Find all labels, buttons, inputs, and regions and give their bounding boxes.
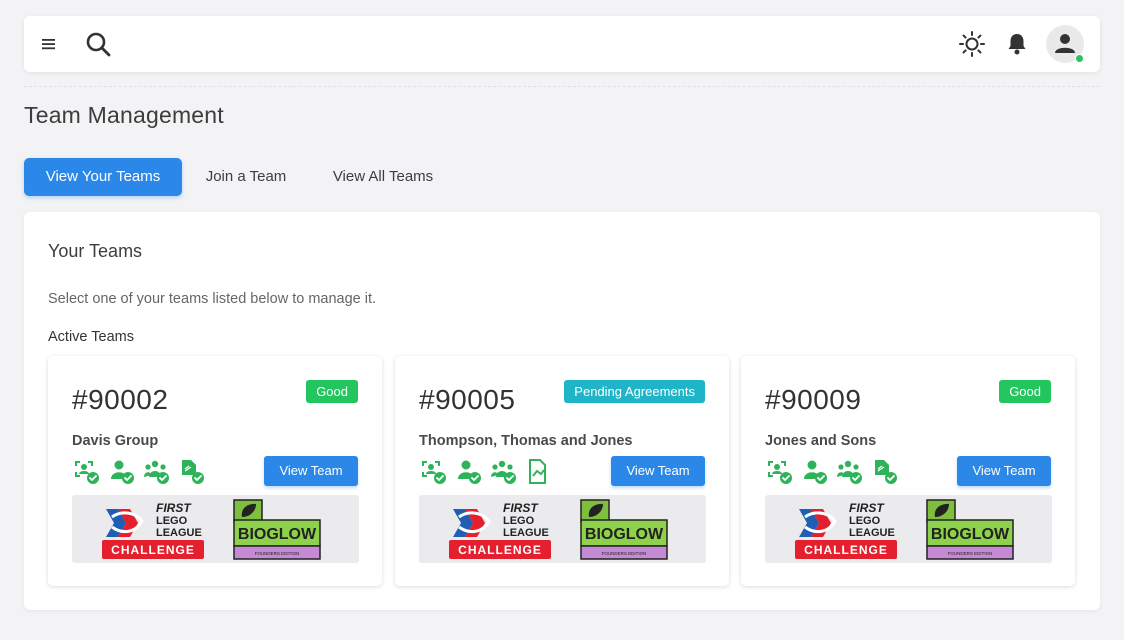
user-check-icon: [804, 460, 827, 484]
group-check-icon: [144, 460, 169, 484]
tab-view-your-teams[interactable]: View Your Teams: [24, 158, 182, 196]
status-badge: Pending Agreements: [564, 380, 705, 403]
first-lego-league-logo: FIRST LEGO LEAGUE CHALLENGE: [102, 501, 204, 559]
team-number: #90009: [765, 384, 862, 415]
online-status-indicator: [1075, 54, 1084, 63]
user-check-icon: [458, 460, 481, 484]
svg-text:CHALLENGE: CHALLENGE: [804, 543, 888, 557]
svg-text:FOUNDERS EDITION: FOUNDERS EDITION: [255, 551, 300, 556]
status-badge: Good: [999, 380, 1051, 403]
sun-icon[interactable]: [958, 30, 986, 58]
svg-text:BIOGLOW: BIOGLOW: [931, 526, 1010, 543]
page-title: Team Management: [24, 102, 224, 128]
bioglow-season-logo: BIOGLOW FOUNDERS EDITION: [580, 499, 668, 560]
group-check-icon: [491, 460, 516, 484]
search-icon[interactable]: [84, 30, 112, 58]
team-number: #90005: [419, 384, 516, 415]
team-number: #90002: [72, 384, 169, 415]
team-card: #90005 Pending Agreements Thompson, Thom…: [395, 356, 729, 586]
panel-description: Select one of your teams listed below to…: [48, 291, 377, 307]
document-check-icon: [875, 460, 897, 484]
first-lego-league-logo: FIRST LEGO LEAGUE CHALLENGE: [449, 501, 551, 559]
status-badge: Good: [306, 380, 358, 403]
svg-text:CHALLENGE: CHALLENGE: [111, 543, 195, 557]
tab-join-a-team[interactable]: Join a Team: [196, 158, 296, 196]
program-logo-text: FIRST: [503, 501, 539, 515]
bioglow-season-logo: BIOGLOW FOUNDERS EDITION: [926, 499, 1014, 560]
team-name: Jones and Sons: [765, 433, 877, 449]
program-banner: FIRST LEGO LEAGUE CHALLENGE BIOGLOW FOUN…: [765, 495, 1052, 563]
header-divider: [24, 86, 1100, 87]
team-card: #90009 Good Jones and Sons View Team FIR…: [741, 356, 1075, 586]
svg-text:FOUNDERS EDITION: FOUNDERS EDITION: [948, 551, 993, 556]
bell-icon[interactable]: [1004, 31, 1030, 57]
program-logo-text: FIRST: [849, 501, 885, 515]
team-name: Thompson, Thomas and Jones: [419, 433, 633, 449]
svg-text:BIOGLOW: BIOGLOW: [585, 526, 664, 543]
team-scan-check-icon: [75, 461, 99, 484]
svg-text:LEAGUE: LEAGUE: [503, 527, 549, 539]
svg-text:FOUNDERS EDITION: FOUNDERS EDITION: [602, 551, 647, 556]
first-lego-league-logo: FIRST LEGO LEAGUE CHALLENGE: [795, 501, 897, 559]
document-check-icon: [182, 460, 204, 484]
svg-text:LEGO: LEGO: [156, 515, 188, 527]
view-team-button[interactable]: View Team: [611, 456, 705, 486]
team-scan-check-icon: [768, 461, 792, 484]
svg-text:CHALLENGE: CHALLENGE: [458, 543, 542, 557]
user-avatar-icon: [1055, 34, 1075, 53]
program-logo-text: FIRST: [156, 501, 192, 515]
user-avatar[interactable]: [1046, 25, 1084, 63]
bioglow-season-logo: BIOGLOW FOUNDERS EDITION: [233, 499, 321, 560]
svg-text:LEAGUE: LEAGUE: [156, 527, 202, 539]
view-team-button[interactable]: View Team: [957, 456, 1051, 486]
document-pending-icon: [529, 459, 546, 484]
svg-text:LEGO: LEGO: [849, 515, 881, 527]
hamburger-menu-icon[interactable]: [40, 34, 58, 54]
program-banner: FIRST LEGO LEAGUE CHALLENGE BIOGLOW FOUN…: [72, 495, 359, 563]
top-navigation-bar: [24, 16, 1100, 72]
team-name: Davis Group: [72, 433, 159, 449]
your-teams-panel: Your Teams Select one of your teams list…: [24, 212, 1100, 610]
svg-text:BIOGLOW: BIOGLOW: [238, 526, 317, 543]
user-check-icon: [111, 460, 134, 484]
tab-view-all-teams[interactable]: View All Teams: [320, 158, 446, 196]
view-team-button[interactable]: View Team: [264, 456, 358, 486]
team-scan-check-icon: [422, 461, 446, 484]
team-card: #90002 Good Davis Group View Team FIRST …: [48, 356, 382, 586]
panel-title: Your Teams: [48, 241, 143, 261]
program-banner: FIRST LEGO LEAGUE CHALLENGE BIOGLOW FOUN…: [419, 495, 706, 563]
svg-text:LEGO: LEGO: [503, 515, 535, 527]
svg-text:LEAGUE: LEAGUE: [849, 527, 895, 539]
group-check-icon: [837, 460, 862, 484]
active-teams-label: Active Teams: [48, 329, 134, 345]
